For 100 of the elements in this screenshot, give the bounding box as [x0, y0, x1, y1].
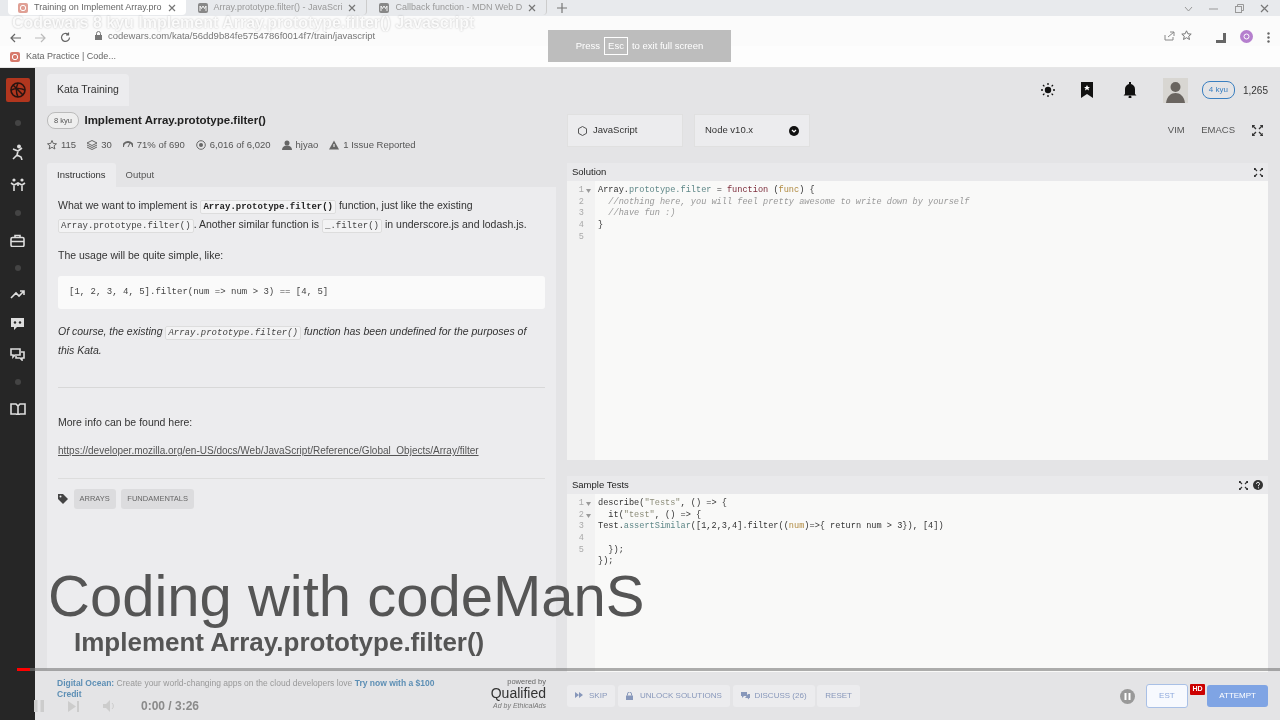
close-icon[interactable]: [528, 3, 537, 12]
tag-icon: [58, 493, 68, 504]
stat-text: 115: [61, 138, 77, 153]
tab[interactable]: Output: [115, 162, 165, 187]
rank-badge: 4 kyu: [1201, 81, 1235, 99]
code-example: [1, 2, 3, 4, 5].filter(num => num > 3) == [4, 5]: [58, 275, 545, 310]
video-time: 0:00 / 3:26: [141, 700, 200, 712]
editor-mode-link[interactable]: VIM: [1167, 123, 1185, 138]
code-line: Array.prototype.filter = function (func) {: [598, 185, 815, 195]
close-icon[interactable]: [1260, 4, 1269, 13]
comments-icon: [740, 692, 750, 700]
share-icon[interactable]: [1164, 30, 1175, 41]
new-tab-icon[interactable]: [557, 3, 568, 13]
line-number: 2: [578, 509, 584, 522]
logo-icon[interactable]: [5, 78, 30, 102]
line-number: 2: [578, 196, 584, 209]
paragraph: More info can be found here:: [58, 415, 194, 431]
help-icon[interactable]: [1253, 480, 1263, 490]
code-line: //have fun :): [607, 208, 676, 219]
line-number: 5: [578, 231, 584, 244]
back-icon[interactable]: [10, 33, 21, 43]
bookmark[interactable]: Kata Practice | Code...: [26, 49, 116, 64]
briefcase-icon[interactable]: [10, 234, 25, 247]
warning-icon: [329, 140, 340, 151]
avatar[interactable]: [1162, 77, 1188, 103]
line-number: 1: [578, 498, 584, 510]
bell-icon[interactable]: [1122, 82, 1137, 98]
code-line: describe("Tests", () => {: [598, 498, 727, 508]
action-button[interactable]: SKIP: [567, 685, 616, 707]
close-icon[interactable]: [167, 3, 176, 12]
pause-icon[interactable]: [1120, 688, 1136, 704]
line-number: 3: [578, 208, 584, 221]
browser-tab[interactable]: Callback function - MDN Web D: [369, 0, 548, 15]
trend-icon[interactable]: [10, 289, 25, 299]
restore-icon[interactable]: [1234, 4, 1244, 13]
kata-title: Implement Array.prototype.filter(): [84, 113, 266, 128]
code-line: it("test", () => {: [607, 509, 702, 520]
lock-icon: [626, 692, 635, 700]
kata-training-tab[interactable]: Kata Training: [47, 74, 129, 106]
url-text[interactable]: codewars.com/kata/56dd9b84fe5754786f0014f7/train/javascript: [108, 30, 376, 41]
chat-bubble-icon[interactable]: [10, 317, 25, 330]
comments-icon[interactable]: [10, 348, 25, 361]
person-icon: [281, 140, 292, 151]
browser-tab[interactable]: Array.prototype.filter() - JavaScri: [187, 0, 368, 15]
menu-icon[interactable]: [1267, 32, 1270, 43]
panel-title: Solution: [572, 164, 607, 179]
layers-icon: [87, 140, 98, 151]
fullscreen-icon[interactable]: [1251, 125, 1263, 136]
honor-score: 1,265: [1242, 83, 1268, 98]
reference-link[interactable]: https://developer.mozilla.org/en-US/docs/Web/JavaScript/Reference/Global_Objects/Array/filter: [58, 443, 479, 459]
code-line: });: [607, 544, 624, 555]
key-label: Esc: [604, 36, 628, 56]
panel-title: Sample Tests: [572, 477, 629, 492]
line-number: 3: [578, 521, 584, 534]
fold-icon[interactable]: [586, 513, 591, 518]
language-selector[interactable]: JavaScript: [567, 114, 683, 147]
profile-icon[interactable]: [1240, 30, 1253, 43]
fold-icon[interactable]: [586, 188, 591, 193]
fighters-icon[interactable]: [9, 178, 26, 192]
action-button[interactable]: DISCUSS (26): [732, 685, 815, 707]
action-button[interactable]: RESET: [817, 685, 860, 707]
attempt-button[interactable]: ATTEMPT: [1207, 685, 1268, 707]
expand-icon[interactable]: [1254, 167, 1263, 177]
paragraph: Of course, the existing Array.prototype.filter() function has been undefined for the purposes of this Kata.: [58, 324, 529, 359]
tab-title: Training on Implement Array.pro: [34, 3, 162, 12]
stat-text: 71% of 690: [136, 138, 185, 153]
close-icon[interactable]: [348, 3, 357, 12]
target-icon: [195, 140, 206, 151]
site-icon: [18, 2, 28, 13]
lock-icon: [95, 31, 102, 40]
hint-text: Press: [575, 38, 601, 53]
star-icon[interactable]: [1181, 30, 1192, 41]
stat-text: 30: [101, 138, 112, 153]
browser-tab[interactable]: Training on Implement Array.pro: [8, 0, 186, 15]
skip-icon: [575, 692, 584, 700]
book-icon[interactable]: [9, 403, 26, 415]
action-button[interactable]: UNLOCK SOLUTIONS: [618, 685, 730, 707]
test-button[interactable]: EST: [1146, 684, 1188, 708]
page-icon: [197, 2, 208, 13]
page-icon: [379, 2, 390, 13]
tab[interactable]: Instructions: [47, 162, 116, 187]
reload-icon[interactable]: [60, 32, 71, 43]
hexagon-icon: [578, 125, 587, 136]
fold-icon[interactable]: [586, 501, 591, 506]
line-number: 4: [578, 533, 584, 545]
paragraph: What we want to implement is Array.prototype.filter() function, just like the existing Array.prototype.filter() . Another similar function is _.filter() in underscore.js and lodash.js.: [58, 197, 528, 235]
theme-icon[interactable]: [1040, 83, 1055, 97]
stat-text: 6,016 of 6,020: [209, 138, 271, 153]
overlay-title: Coding with codeManS: [48, 566, 645, 627]
ad-text[interactable]: Digital Ocean: Create your world-changing apps on the cloud developers love Try now with a $100 Credit: [57, 678, 447, 700]
expand-icon[interactable]: [1238, 480, 1248, 490]
tab-title: Array.prototype.filter() - JavaScri: [213, 3, 343, 12]
paragraph: The usage will be quite simple, like:: [58, 247, 225, 263]
qualified-logo[interactable]: Qualified: [490, 686, 546, 702]
code-line: //nothing here, you will feel pretty awesome to write down by yourself: [607, 196, 970, 207]
editor-mode-link[interactable]: EMACS: [1201, 123, 1235, 138]
star-icon: [47, 140, 57, 151]
version-dropdown[interactable]: Node v10.x: [694, 114, 810, 147]
bookmark-icon[interactable]: [1080, 82, 1093, 98]
line-number: 5: [578, 544, 584, 557]
